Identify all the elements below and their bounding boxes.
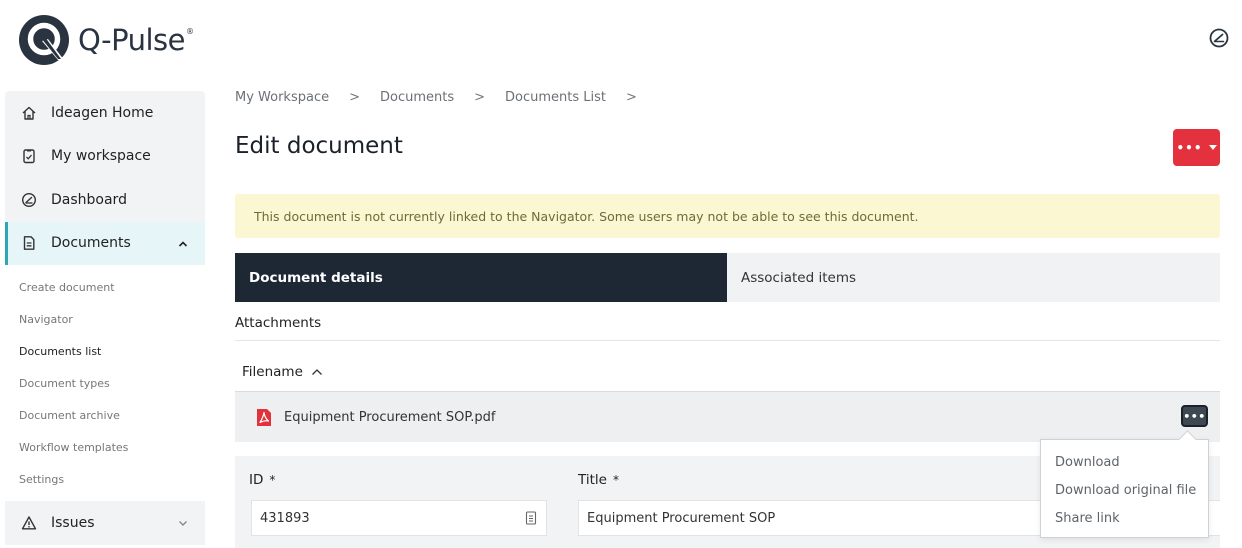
sidebar-item-label: My workspace bbox=[51, 148, 151, 165]
breadcrumb-separator: > bbox=[626, 90, 637, 105]
document-icon bbox=[23, 236, 35, 251]
warning-icon bbox=[21, 516, 37, 530]
submenu-item-navigator[interactable]: Navigator bbox=[5, 303, 205, 335]
row-actions-dropdown: Download Download original file Share li… bbox=[1040, 439, 1209, 538]
id-field-value: 431893 bbox=[260, 510, 310, 526]
dashboard-gauge-icon[interactable] bbox=[1208, 27, 1230, 49]
document-tabs: Document details Associated items bbox=[235, 253, 1220, 302]
table-row[interactable]: Equipment Procurement SOP.pdf ••• bbox=[235, 392, 1220, 442]
home-icon bbox=[22, 106, 36, 120]
sidebar-main-nav: Ideagen Home My workspace Dashboard Docu… bbox=[5, 91, 205, 265]
sidebar-item-my-workspace[interactable]: My workspace bbox=[5, 135, 205, 179]
q-pulse-logo-icon bbox=[19, 15, 69, 65]
menu-item-download[interactable]: Download bbox=[1041, 448, 1208, 476]
documents-submenu: Create document Navigator Documents list… bbox=[5, 265, 205, 495]
breadcrumb-separator: > bbox=[474, 90, 486, 105]
sidebar-item-label: Ideagen Home bbox=[51, 104, 154, 121]
chevron-up-icon[interactable] bbox=[177, 238, 189, 250]
sidebar-item-documents[interactable]: Documents bbox=[5, 221, 205, 265]
submenu-item-documents-list[interactable]: Documents list bbox=[5, 335, 205, 367]
sidebar-item-dashboard[interactable]: Dashboard bbox=[5, 178, 205, 222]
submenu-item-document-types[interactable]: Document types bbox=[5, 367, 205, 399]
tab-document-details[interactable]: Document details bbox=[235, 253, 727, 302]
clipboard-icon bbox=[23, 149, 35, 164]
breadcrumb-separator: > bbox=[349, 90, 361, 105]
menu-item-share-link[interactable]: Share link bbox=[1041, 504, 1208, 532]
sidebar-item-label: Dashboard bbox=[51, 191, 127, 208]
breadcrumb-documents[interactable]: Documents bbox=[380, 90, 454, 105]
sidebar-item-issues[interactable]: Issues bbox=[5, 501, 205, 545]
attachment-filename[interactable]: Equipment Procurement SOP.pdf bbox=[284, 410, 495, 425]
id-field-label: ID * bbox=[249, 472, 276, 488]
sidebar-item-label: Documents bbox=[51, 235, 131, 252]
id-field[interactable]: 431893 bbox=[251, 500, 547, 536]
page-title: Edit document bbox=[235, 133, 403, 159]
attachments-heading: Attachments bbox=[235, 315, 322, 331]
pdf-icon bbox=[257, 408, 271, 426]
required-marker: * bbox=[269, 473, 276, 487]
title-field-value: Equipment Procurement SOP bbox=[587, 510, 776, 526]
breadcrumb: My Workspace > Documents > Documents Lis… bbox=[235, 90, 657, 105]
caret-down-icon bbox=[1208, 145, 1217, 150]
chevron-down-icon[interactable] bbox=[177, 517, 189, 529]
alert-text: This document is not currently linked to… bbox=[254, 208, 919, 224]
submenu-item-settings[interactable]: Settings bbox=[5, 463, 205, 495]
breadcrumb-documents-list[interactable]: Documents List bbox=[505, 90, 606, 105]
menu-item-download-original-file[interactable]: Download original file bbox=[1041, 476, 1208, 504]
section-divider bbox=[235, 340, 1220, 341]
more-dots-icon: ••• bbox=[1176, 140, 1203, 155]
title-field-label: Title * bbox=[578, 472, 619, 488]
sidebar: Ideagen Home My workspace Dashboard Docu… bbox=[5, 91, 205, 545]
row-more-actions-button[interactable]: ••• bbox=[1181, 405, 1208, 427]
required-marker: * bbox=[612, 473, 619, 487]
sidebar-item-ideagen-home[interactable]: Ideagen Home bbox=[5, 91, 205, 135]
app-name: Q-Pulse® bbox=[78, 23, 194, 57]
navigator-warning-alert: This document is not currently linked to… bbox=[235, 194, 1220, 238]
gauge-icon bbox=[21, 192, 37, 207]
submenu-item-workflow-templates[interactable]: Workflow templates bbox=[5, 431, 205, 463]
tab-associated-items[interactable]: Associated items bbox=[727, 253, 1220, 302]
app-logo[interactable]: Q-Pulse® bbox=[18, 14, 194, 66]
sidebar-item-label: Issues bbox=[51, 514, 95, 531]
submenu-item-document-archive[interactable]: Document archive bbox=[5, 399, 205, 431]
submenu-item-create-document[interactable]: Create document bbox=[5, 271, 205, 303]
column-header-label: Filename bbox=[242, 364, 303, 380]
filename-column-header[interactable]: Filename bbox=[242, 364, 323, 380]
id-card-icon[interactable] bbox=[525, 511, 537, 525]
page-actions-menu-button[interactable]: ••• bbox=[1173, 129, 1220, 166]
breadcrumb-my-workspace[interactable]: My Workspace bbox=[235, 90, 329, 105]
sort-ascending-icon bbox=[311, 369, 322, 375]
